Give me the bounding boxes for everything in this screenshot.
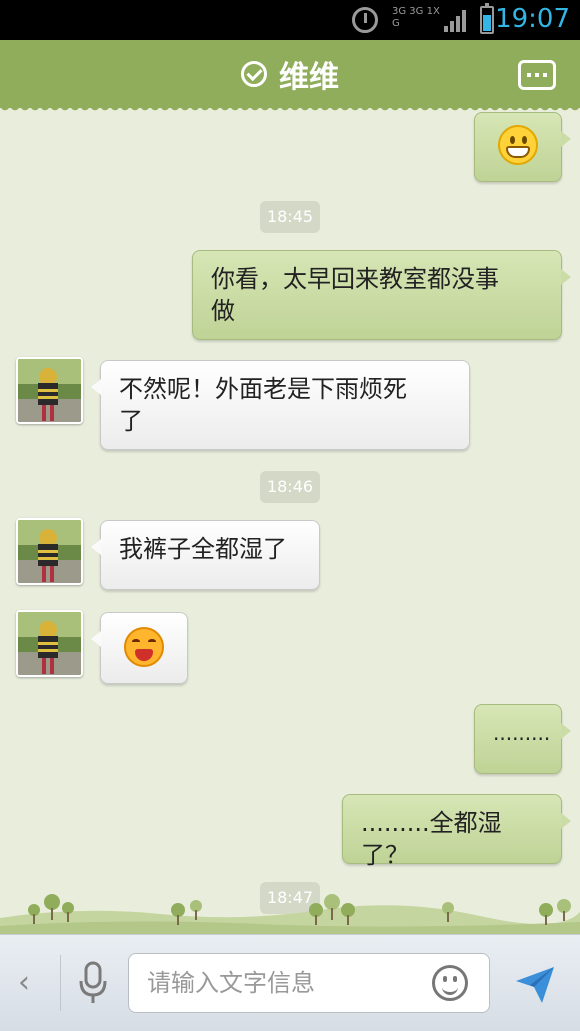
grinning-face-emoji-icon <box>498 125 538 165</box>
message-text-line: 做 <box>211 297 235 325</box>
message-bubble-out[interactable]: 你看，太早回来教室都没事 做 <box>192 250 571 340</box>
message-bubble-in[interactable] <box>91 612 188 684</box>
message-text-line: 我裤子全都湿了 <box>119 535 287 563</box>
laughing-face-emoji-icon <box>124 627 164 667</box>
message-bubble-out[interactable]: ......... <box>474 704 571 774</box>
message-text-line: 了 <box>119 407 143 435</box>
message-text-line: .........全都湿了？ <box>361 809 502 869</box>
alarm-icon <box>352 7 378 33</box>
input-bar: ‹ 请输入文字信息 <box>0 934 580 1031</box>
message-text-line: 你看，太早回来教室都没事 <box>211 265 499 293</box>
avatar[interactable] <box>16 610 83 677</box>
avatar-photo <box>18 520 81 583</box>
message-bubble-in[interactable]: 不然呢！外面老是下雨烦死 了 <box>91 360 470 450</box>
avatar-photo <box>18 359 81 422</box>
avatar[interactable] <box>16 518 83 585</box>
divider <box>60 955 61 1011</box>
message-text-line: ......... <box>493 721 551 745</box>
message-bubble-out[interactable]: .........全都湿了？ <box>342 794 571 869</box>
verified-check-icon <box>241 61 267 87</box>
network-type-label: 3G 3G 1X G <box>392 6 440 29</box>
landscape-decoration <box>0 894 580 934</box>
battery-icon <box>480 3 494 34</box>
message-text-line: 不然呢！外面老是下雨烦死 <box>119 375 407 403</box>
clock: 19:07 <box>495 4 570 34</box>
message-bubble-out[interactable] <box>474 112 571 182</box>
avatar[interactable] <box>16 357 83 424</box>
avatar-photo <box>18 612 81 675</box>
voice-input-mic-icon[interactable] <box>78 959 108 1007</box>
timestamp: 18:45 <box>260 201 320 233</box>
message-list[interactable]: 18:45 你看，太早回来教室都没事 做 不然呢！外面老是下雨烦死 了 18:4… <box>0 108 580 934</box>
chat-info-button[interactable] <box>518 60 556 90</box>
message-bubble-in[interactable]: 我裤子全都湿了 <box>91 520 320 590</box>
signal-icon <box>444 10 470 32</box>
chat-header: 维维 <box>0 40 580 114</box>
collapse-arrow-icon[interactable]: ‹ <box>18 965 30 1000</box>
send-icon[interactable] <box>512 961 558 1007</box>
emoji-picker-icon[interactable] <box>432 965 468 1001</box>
status-bar: 3G 3G 1X G 19:07 <box>0 0 580 40</box>
timestamp: 18:46 <box>260 471 320 503</box>
contact-name: 维维 <box>279 60 339 95</box>
